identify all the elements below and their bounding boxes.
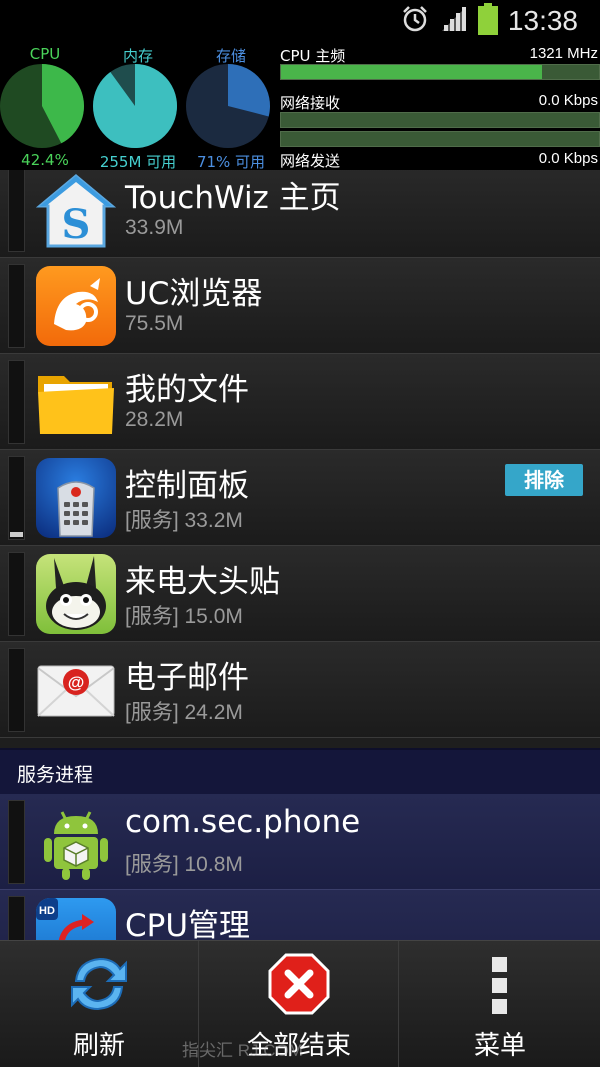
app-memory: 28.2M bbox=[125, 408, 184, 431]
remote-control-icon bbox=[36, 458, 116, 538]
close-icon bbox=[266, 951, 332, 1021]
app-name: CPU管理 bbox=[125, 908, 251, 940]
net-send-label: 网络发送 bbox=[280, 152, 341, 170]
selection-slot[interactable] bbox=[8, 896, 25, 940]
signal-icon bbox=[440, 5, 468, 37]
section-title: 服务进程 bbox=[17, 764, 94, 786]
refresh-label: 刷新 bbox=[72, 1031, 125, 1061]
usage-level bbox=[10, 532, 23, 537]
selection-slot[interactable] bbox=[8, 456, 25, 540]
app-name: com.sec.phone bbox=[125, 804, 361, 840]
bottom-action-bar: 刷新 全部结束 菜单 指尖汇 RJ.COM bbox=[0, 940, 600, 1067]
pie-slice bbox=[93, 64, 177, 148]
cpu-freq-bar-fill bbox=[281, 65, 542, 79]
storage-gauge-title: 存储 bbox=[215, 47, 246, 65]
meters: CPU 主频 1321 MHz 网络接收 0.0 Kbps 网络发送 0.0 K… bbox=[280, 42, 600, 170]
cpu-pie bbox=[0, 64, 84, 148]
watermark: 指尖汇 RJ.COM bbox=[182, 1041, 303, 1060]
app-name: 来电大头贴 bbox=[125, 564, 280, 600]
cpu-freq-bar bbox=[280, 64, 600, 80]
app-memory: [服务] 24.2M bbox=[125, 701, 243, 724]
list-item[interactable]: @ 电子邮件 [服务] 24.2M bbox=[0, 642, 600, 738]
menu-dots-icon bbox=[485, 951, 515, 1021]
refresh-button[interactable]: 刷新 bbox=[0, 941, 199, 1067]
process-list[interactable]: S TouchWiz 主页 33.9M UC浏览器 75.5M 我的文件 28.… bbox=[0, 170, 600, 940]
selection-slot[interactable] bbox=[8, 552, 25, 636]
list-item[interactable]: 我的文件 28.2M bbox=[0, 354, 600, 450]
app-name: 电子邮件 bbox=[125, 660, 249, 696]
refresh-icon bbox=[66, 951, 132, 1021]
storage-pie bbox=[186, 64, 270, 148]
android-package-icon bbox=[36, 802, 116, 882]
app-memory: 75.5M bbox=[125, 312, 184, 335]
net-recv-bar bbox=[280, 112, 600, 128]
my-files-folder-icon bbox=[36, 362, 116, 442]
app-memory: [服务] 33.2M bbox=[125, 509, 243, 532]
net-recv-value: 0.0 Kbps bbox=[538, 92, 598, 109]
service-process-header: 服务进程 bbox=[0, 748, 600, 794]
memory-gauge-title: 内存 bbox=[122, 47, 153, 65]
svg-text:S: S bbox=[62, 201, 91, 248]
storage-gauge-value: 71% 可用 bbox=[196, 153, 266, 171]
clock-time: 13:38 bbox=[507, 5, 578, 36]
list-item[interactable]: S TouchWiz 主页 33.9M bbox=[0, 170, 600, 258]
exclude-button[interactable]: 排除 bbox=[505, 464, 583, 496]
app-name: TouchWiz 主页 bbox=[125, 180, 341, 216]
uc-browser-icon bbox=[36, 266, 116, 346]
selection-slot[interactable] bbox=[8, 648, 25, 732]
app-name: 控制面板 bbox=[125, 468, 249, 504]
status-bar: 13:38 bbox=[0, 0, 600, 42]
selection-slot[interactable] bbox=[8, 800, 25, 884]
net-send-value: 0.0 Kbps bbox=[538, 150, 598, 167]
cpu-freq-value: 1321 MHz bbox=[529, 45, 598, 62]
selection-slot[interactable] bbox=[8, 360, 25, 444]
list-item[interactable]: 来电大头贴 [服务] 15.0M bbox=[0, 546, 600, 642]
cpu-manager-icon: HD bbox=[36, 898, 116, 940]
app-memory: [服务] 10.8M bbox=[125, 853, 243, 876]
caller-rabbit-icon bbox=[36, 554, 116, 634]
svg-text:HD: HD bbox=[39, 905, 55, 917]
task-manager-screen: 13:38 CPU 42.4% 内存 255M 可用 存储 71% 可用 CPU… bbox=[0, 0, 600, 1067]
svg-text:@: @ bbox=[68, 673, 85, 692]
selection-slot[interactable] bbox=[8, 170, 25, 252]
app-memory: 33.9M bbox=[125, 216, 184, 239]
cpu-freq-label: CPU 主频 bbox=[280, 47, 346, 65]
cpu-gauge-title: CPU bbox=[29, 45, 61, 63]
list-item[interactable]: UC浏览器 75.5M bbox=[0, 258, 600, 354]
app-name: 我的文件 bbox=[125, 372, 249, 408]
system-stats-panel: CPU 42.4% 内存 255M 可用 存储 71% 可用 CPU 主频 13… bbox=[0, 42, 600, 171]
net-send-bar bbox=[280, 131, 600, 147]
list-item[interactable]: com.sec.phone [服务] 10.8M bbox=[0, 794, 600, 890]
selection-slot[interactable] bbox=[8, 264, 25, 348]
menu-label: 菜单 bbox=[473, 1031, 526, 1061]
app-name: UC浏览器 bbox=[125, 276, 263, 312]
list-item[interactable]: 控制面板 [服务] 33.2M 排除 bbox=[0, 450, 600, 546]
menu-button[interactable]: 菜单 bbox=[400, 941, 600, 1067]
memory-pie bbox=[93, 64, 177, 148]
list-item[interactable]: HD CPU管理 bbox=[0, 890, 600, 940]
net-recv-label: 网络接收 bbox=[280, 94, 341, 112]
touchwiz-home-icon: S bbox=[36, 170, 116, 250]
app-memory: [服务] 15.0M bbox=[125, 605, 243, 628]
battery-icon bbox=[477, 3, 498, 39]
alarm-icon bbox=[400, 4, 430, 38]
email-icon: @ bbox=[36, 650, 116, 730]
